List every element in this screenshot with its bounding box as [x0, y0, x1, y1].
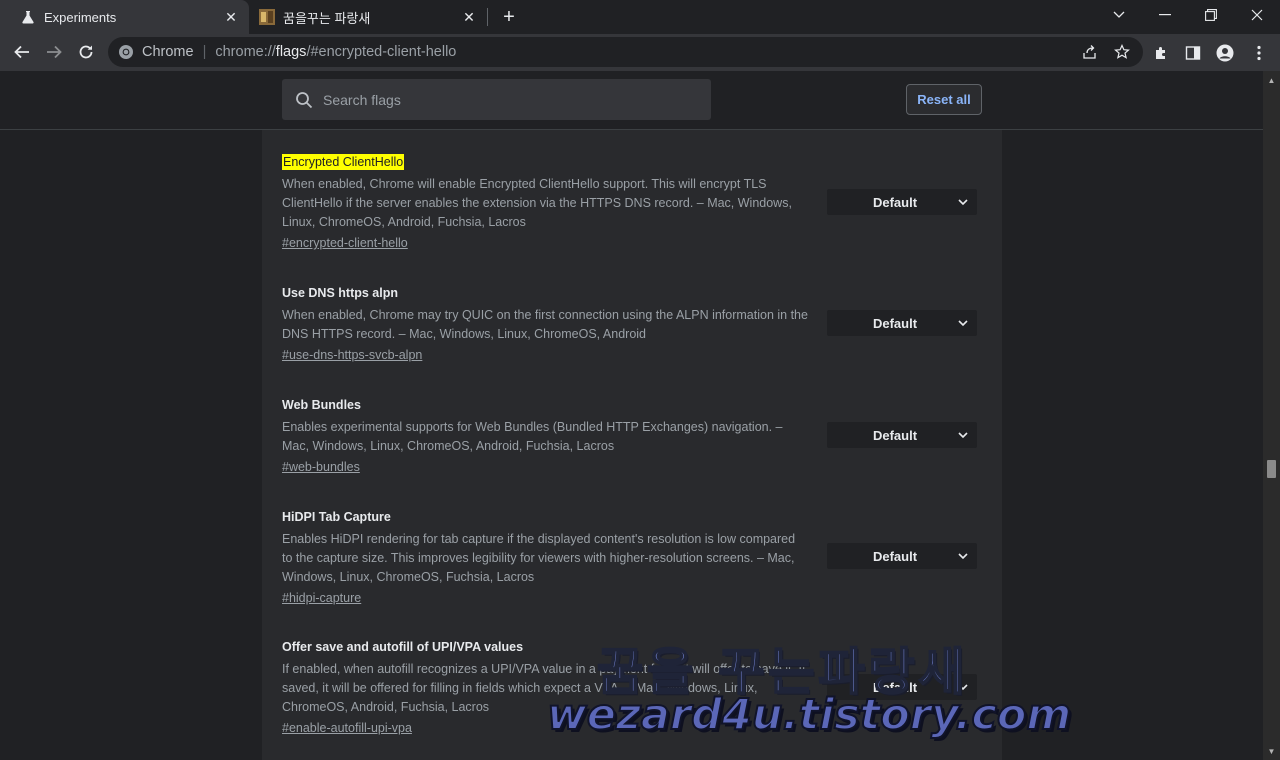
share-icon	[1083, 45, 1096, 59]
new-tab-button[interactable]: +	[498, 6, 520, 28]
experiment-title: Web Bundles	[282, 398, 361, 412]
chevron-down-icon	[1113, 11, 1125, 18]
search-input[interactable]	[321, 90, 685, 109]
experiment-permalink[interactable]: #use-dns-https-svcb-alpn	[282, 347, 422, 363]
kebab-menu-icon	[1257, 45, 1261, 61]
forward-arrow-icon	[47, 45, 62, 59]
reload-icon	[79, 45, 93, 59]
page-scrollbar[interactable]: ▲ ▼	[1263, 71, 1280, 760]
chevron-down-icon	[953, 431, 973, 439]
experiment-permalink[interactable]: #hidpi-capture	[282, 590, 361, 606]
search-icon	[293, 89, 315, 111]
tab-title: 꿈을꾸는 파랑새	[283, 10, 371, 26]
experiment-title: Use DNS https alpn	[282, 286, 398, 300]
experiment-state-select[interactable]: Default	[827, 310, 977, 336]
scroll-down-arrow-icon[interactable]: ▼	[1263, 744, 1280, 758]
tab-separator	[487, 8, 488, 26]
site-favicon-icon	[259, 9, 275, 25]
tab-site[interactable]: 꿈을꾸는 파랑새 ✕	[249, 0, 487, 34]
chevron-down-icon	[953, 319, 973, 327]
restore-icon	[1205, 9, 1217, 21]
experiment-title: HiDPI Tab Capture	[282, 510, 391, 524]
url-path: /#encrypted-client-hello	[306, 44, 457, 60]
tab-experiments[interactable]: Experiments ✕	[0, 0, 249, 34]
experiment-permalink[interactable]: #encrypted-client-hello	[282, 235, 408, 251]
experiment-state-select[interactable]: Default	[827, 422, 977, 448]
tab-strip: Experiments ✕ 꿈을꾸는 파랑새 ✕ +	[0, 0, 1280, 34]
scrollbar-thumb[interactable]	[1267, 460, 1276, 478]
omnibox-divider: |	[202, 44, 207, 60]
profile-button[interactable]	[1214, 42, 1236, 64]
reload-button[interactable]	[72, 38, 100, 66]
menu-button[interactable]	[1248, 42, 1270, 64]
extensions-button[interactable]	[1150, 42, 1172, 64]
browser-toolbar: Chrome | chrome://flags/#encrypted-clien…	[0, 34, 1280, 71]
experiment-description: Enables HiDPI rendering for tab capture …	[282, 532, 796, 584]
select-value: Default	[872, 315, 918, 331]
experiment-state-select[interactable]: Default	[827, 189, 977, 215]
forward-button[interactable]	[40, 38, 68, 66]
experiment-description: If enabled, when autofill recognizes a U…	[282, 662, 806, 714]
address-bar[interactable]: Chrome | chrome://flags/#encrypted-clien…	[108, 37, 1143, 67]
select-value: Default	[872, 194, 918, 210]
close-window-button[interactable]	[1234, 0, 1280, 30]
tab-close-icon[interactable]: ✕	[223, 9, 239, 25]
avatar-icon	[1216, 44, 1234, 62]
chevron-down-icon	[953, 198, 973, 206]
url-host: flags	[275, 44, 307, 60]
experiment-item: Offer save and autofill of UPI/VPA value…	[282, 638, 982, 737]
back-button[interactable]	[8, 38, 36, 66]
share-button[interactable]	[1080, 42, 1100, 62]
experiment-description: Enables experimental supports for Web Bu…	[282, 420, 783, 453]
back-arrow-icon	[14, 45, 29, 59]
experiment-description: When enabled, Chrome will enable Encrypt…	[282, 177, 792, 229]
select-value: Default	[872, 548, 918, 564]
side-panel-button[interactable]	[1182, 42, 1204, 64]
flask-icon	[20, 9, 36, 25]
chevron-down-icon	[953, 683, 973, 691]
experiment-state-select[interactable]: Default	[827, 674, 977, 700]
url-scheme: chrome://	[215, 44, 276, 60]
experiment-item: Web Bundles Enables experimental support…	[282, 396, 982, 476]
minimize-icon	[1159, 14, 1171, 16]
experiment-item: HiDPI Tab Capture Enables HiDPI renderin…	[282, 508, 982, 607]
tab-close-icon[interactable]: ✕	[461, 9, 477, 25]
experiment-permalink[interactable]: #enable-autofill-upi-vpa	[282, 720, 412, 736]
experiment-state-select[interactable]: Default	[827, 543, 977, 569]
chrome-logo-icon	[119, 45, 133, 59]
tab-title: Experiments	[44, 9, 117, 25]
side-panel-icon	[1185, 46, 1201, 60]
select-value: Default	[872, 679, 918, 695]
scroll-up-arrow-icon[interactable]: ▲	[1263, 73, 1280, 87]
chevron-down-icon	[953, 552, 973, 560]
restore-button[interactable]	[1188, 0, 1234, 30]
experiment-item: Use DNS https alpn When enabled, Chrome …	[282, 284, 982, 364]
select-value: Default	[872, 427, 918, 443]
close-icon	[1251, 9, 1263, 21]
star-icon	[1114, 44, 1130, 59]
search-box[interactable]	[282, 79, 711, 120]
experiment-description: When enabled, Chrome may try QUIC on the…	[282, 308, 808, 341]
experiment-title: Encrypted ClientHello	[282, 154, 405, 170]
omnibox-prefix: Chrome	[142, 44, 194, 60]
flags-header: Reset all	[0, 71, 1263, 130]
reset-all-button[interactable]: Reset all	[906, 84, 982, 115]
puzzle-icon	[1156, 47, 1165, 59]
experiment-item: Encrypted ClientHello When enabled, Chro…	[282, 153, 982, 252]
minimize-button[interactable]	[1142, 0, 1188, 30]
experiment-permalink[interactable]: #web-bundles	[282, 459, 360, 475]
experiment-title: Offer save and autofill of UPI/VPA value…	[282, 640, 524, 654]
tab-search-button[interactable]	[1096, 0, 1142, 30]
bookmark-button[interactable]	[1112, 42, 1132, 62]
